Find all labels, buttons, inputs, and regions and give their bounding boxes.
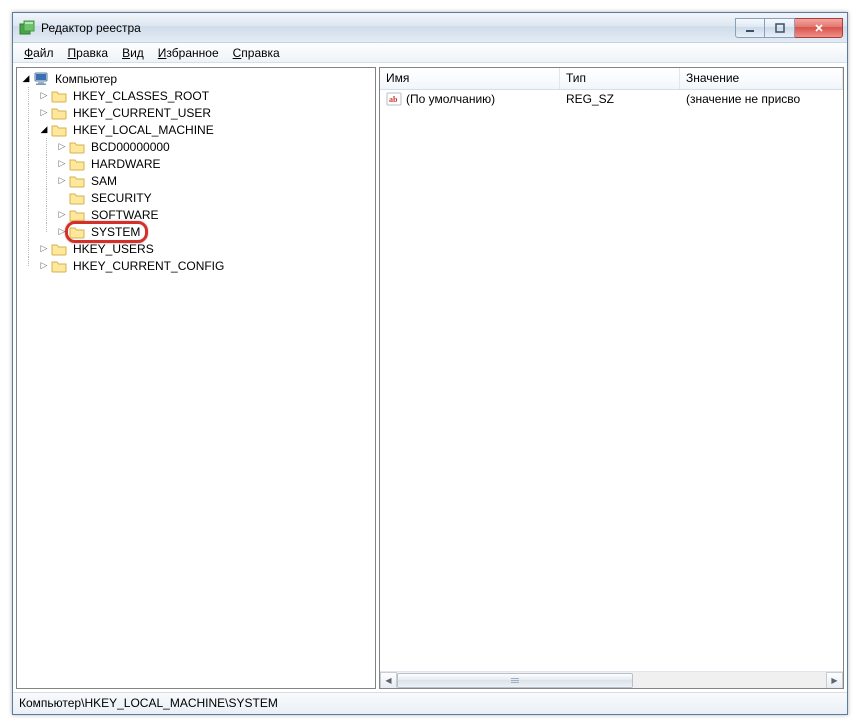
tree-label: HKEY_CURRENT_CONFIG <box>71 258 226 274</box>
tree-label: HKEY_CURRENT_USER <box>71 105 213 121</box>
menu-help[interactable]: Справка <box>226 44 287 62</box>
column-header-type[interactable]: Тип <box>560 68 680 89</box>
expand-icon[interactable]: ▷ <box>37 87 51 104</box>
folder-icon <box>69 156 85 172</box>
horizontal-scrollbar[interactable]: ◀ ▶ <box>380 671 843 688</box>
status-path: Компьютер\HKEY_LOCAL_MACHINE\SYSTEM <box>19 696 278 710</box>
window-buttons <box>735 18 843 38</box>
expand-icon[interactable]: ▷ <box>37 240 51 257</box>
tree-label: SOFTWARE <box>89 207 161 223</box>
folder-icon <box>51 88 67 104</box>
maximize-button[interactable] <box>765 18 795 38</box>
app-window: Редактор реестра Файл Правка Вид Избранн… <box>12 12 848 715</box>
tree-label: HARDWARE <box>89 156 163 172</box>
tree-label: Компьютер <box>53 71 119 87</box>
titlebar: Редактор реестра <box>13 13 847 43</box>
list-row[interactable]: ab (По умолчанию) REG_SZ (значение не пр… <box>380 90 843 107</box>
tree-label: SECURITY <box>89 190 154 206</box>
menu-file[interactable]: Файл <box>17 44 61 62</box>
tree-node-sam[interactable]: ▷ SAM <box>19 172 375 189</box>
string-value-icon: ab <box>386 91 402 107</box>
tree-node-software[interactable]: ▷ SOFTWARE <box>19 206 375 223</box>
expand-icon[interactable]: ▷ <box>55 172 69 189</box>
tree-label: HKEY_CLASSES_ROOT <box>71 88 211 104</box>
scroll-thumb[interactable] <box>397 673 633 688</box>
expand-icon: ▷ <box>55 189 69 206</box>
tree-label: SAM <box>89 173 119 189</box>
folder-icon <box>51 258 67 274</box>
tree-node-hkcu[interactable]: ▷ HKEY_CURRENT_USER <box>19 104 375 121</box>
tree-node-hku[interactable]: ▷ HKEY_USERS <box>19 240 375 257</box>
tree-pane[interactable]: ◢ Компьютер <box>16 67 376 689</box>
statusbar: Компьютер\HKEY_LOCAL_MACHINE\SYSTEM <box>13 692 847 714</box>
menubar: Файл Правка Вид Избранное Справка <box>13 43 847 63</box>
window-title: Редактор реестра <box>41 21 735 35</box>
folder-icon <box>69 224 85 240</box>
list-rows[interactable]: ab (По умолчанию) REG_SZ (значение не пр… <box>380 90 843 671</box>
tree-node-security[interactable]: ▷ SECURITY <box>19 189 375 206</box>
scroll-left-button[interactable]: ◀ <box>380 672 397 689</box>
cell-name: ab (По умолчанию) <box>380 91 560 107</box>
highlight-ring: SYSTEM <box>69 224 142 240</box>
scroll-right-button[interactable]: ▶ <box>826 672 843 689</box>
close-button[interactable] <box>795 18 843 38</box>
list-header: Имя Тип Значение <box>380 68 843 90</box>
tree-node-hkcr[interactable]: ▷ HKEY_CLASSES_ROOT <box>19 87 375 104</box>
tree-node-hardware[interactable]: ▷ HARDWARE <box>19 155 375 172</box>
values-pane: Имя Тип Значение ab (По умолчанию) <box>379 67 844 689</box>
folder-icon <box>51 241 67 257</box>
folder-icon <box>69 190 85 206</box>
computer-icon <box>33 71 49 87</box>
expand-icon[interactable]: ▷ <box>55 155 69 172</box>
tree-label: SYSTEM <box>89 224 142 240</box>
folder-icon <box>51 105 67 121</box>
tree-node-hkcc[interactable]: ▷ HKEY_CURRENT_CONFIG <box>19 257 375 274</box>
cell-type: REG_SZ <box>560 92 680 106</box>
tree-node-system[interactable]: ▷ SYSTEM <box>19 223 375 240</box>
scroll-track[interactable] <box>397 672 826 688</box>
minimize-button[interactable] <box>735 18 765 38</box>
value-name: (По умолчанию) <box>406 92 495 106</box>
scroll-grip-icon <box>511 676 519 684</box>
svg-text:ab: ab <box>389 95 398 104</box>
expand-icon[interactable]: ▷ <box>55 206 69 223</box>
tree-node-computer[interactable]: ◢ Компьютер <box>19 70 375 87</box>
menu-view[interactable]: Вид <box>115 44 151 62</box>
tree-label: HKEY_LOCAL_MACHINE <box>71 122 216 138</box>
tree-label: BCD00000000 <box>89 139 172 155</box>
tree-node-bcd[interactable]: ▷ BCD00000000 <box>19 138 375 155</box>
column-header-name[interactable]: Имя <box>380 68 560 89</box>
registry-tree: ◢ Компьютер <box>19 70 375 274</box>
collapse-icon[interactable]: ◢ <box>19 70 33 87</box>
folder-icon <box>51 122 67 138</box>
regedit-app-icon <box>19 20 35 36</box>
expand-icon[interactable]: ▷ <box>37 104 51 121</box>
menu-edit[interactable]: Правка <box>61 44 116 62</box>
tree-node-hklm[interactable]: ◢ HKEY_LOCAL_MACHINE <box>19 121 375 138</box>
column-header-value[interactable]: Значение <box>680 68 843 89</box>
expand-icon[interactable]: ▷ <box>55 223 69 240</box>
tree-label: HKEY_USERS <box>71 241 156 257</box>
expand-icon[interactable]: ▷ <box>55 138 69 155</box>
collapse-icon[interactable]: ◢ <box>37 121 51 138</box>
content-area: ◢ Компьютер <box>13 63 847 692</box>
folder-icon <box>69 139 85 155</box>
expand-icon[interactable]: ▷ <box>37 257 51 274</box>
folder-icon <box>69 207 85 223</box>
cell-value: (значение не присво <box>680 92 843 106</box>
menu-favorites[interactable]: Избранное <box>151 44 226 62</box>
folder-icon <box>69 173 85 189</box>
